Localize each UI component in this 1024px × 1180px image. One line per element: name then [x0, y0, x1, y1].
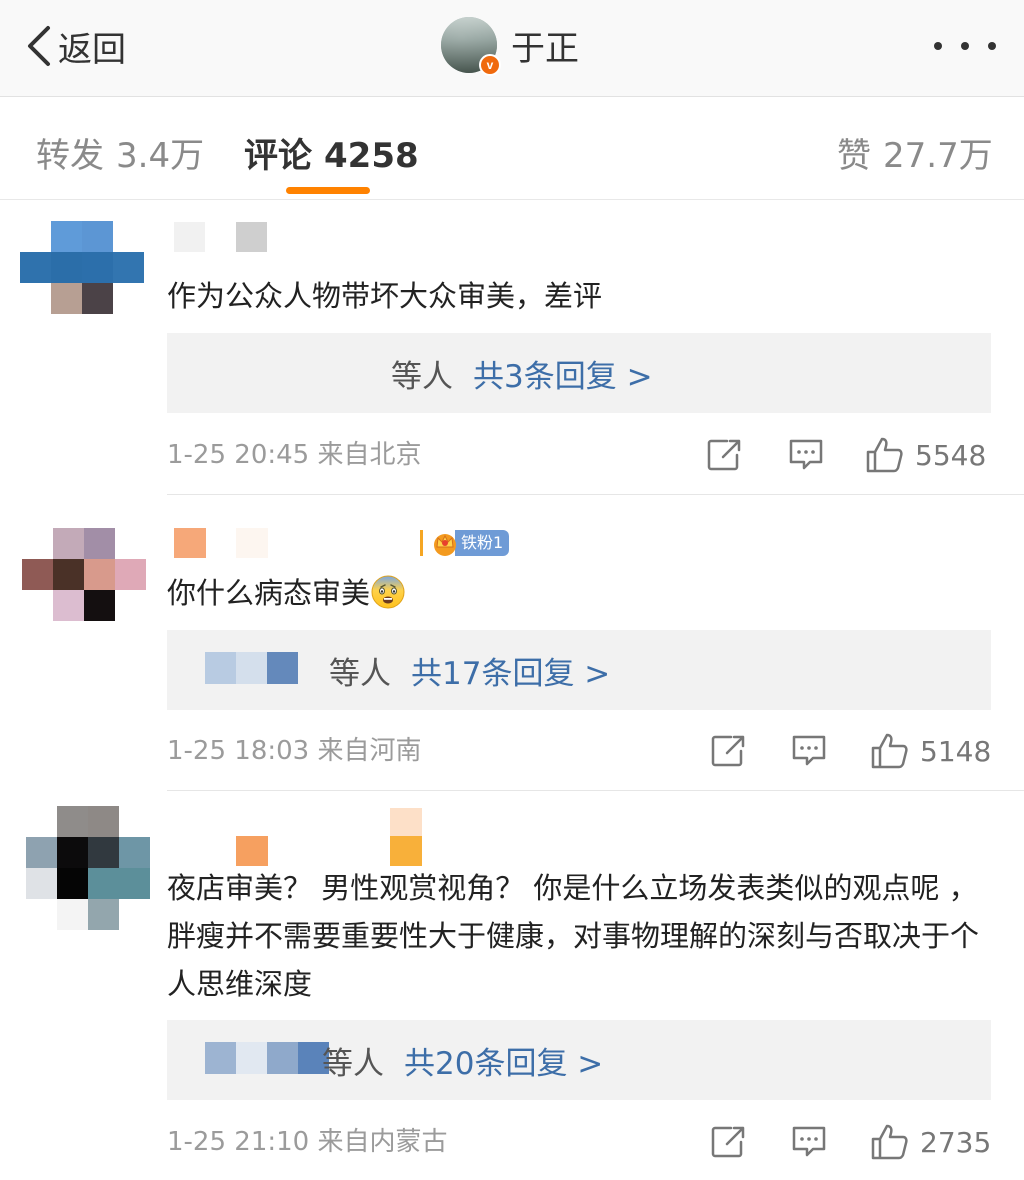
fan-badge[interactable]: 铁粉1 — [420, 528, 510, 558]
comment-time-location: 1-25 20:45 来自北京 — [167, 435, 421, 475]
comment-location: 来自北京 — [317, 440, 422, 470]
tab-like-label: 赞 — [837, 136, 871, 176]
share-icon[interactable] — [705, 437, 745, 473]
comment-text: 你什么病态审美 — [167, 569, 997, 617]
commenter-avatar[interactable] — [26, 806, 150, 930]
like-count: 2735 — [920, 1125, 992, 1159]
comment-time-location: 1-25 18:03 来自河南 — [167, 731, 421, 771]
verified-badge: v — [479, 54, 501, 76]
tab-comment-count: 4258 — [324, 136, 419, 176]
thumbs-up-icon — [871, 1124, 908, 1160]
like-count: 5148 — [920, 734, 992, 768]
comment-time: 1-25 18:03 — [167, 736, 310, 766]
crown-icon — [434, 534, 456, 556]
comment-time: 1-25 21:10 — [167, 1127, 310, 1157]
tab-repost[interactable]: 转发 3.4万 — [36, 128, 204, 177]
comment-time-location: 1-25 21:10 来自内蒙古 — [167, 1122, 447, 1162]
like-button[interactable]: 5548 — [865, 435, 986, 475]
commenter-avatar[interactable] — [22, 528, 146, 621]
fan-badge-label: 铁粉1 — [455, 530, 510, 556]
comment-meta: 1-25 20:45 来自北京 5548 — [167, 435, 991, 475]
like-count: 5548 — [915, 438, 987, 472]
reply-preview[interactable]: 等人 共3条回复 > — [167, 333, 991, 413]
comment-location: 来自河南 — [317, 736, 422, 766]
reply-who: 等人 — [329, 655, 391, 692]
thumbs-up-icon — [871, 733, 908, 769]
fearful-face-emoji — [371, 575, 405, 609]
tab-like[interactable]: 赞 27.7万 — [837, 128, 993, 177]
reply-count-link[interactable]: 共3条回复 > — [473, 351, 653, 396]
reply-who: 等人 — [391, 358, 453, 395]
top-nav-bar: 返回 v 于正 — [0, 0, 1024, 97]
back-label: 返回 — [58, 29, 126, 70]
back-button[interactable]: 返回 — [24, 22, 126, 70]
reply-who: 等人 — [322, 1045, 384, 1082]
comment-icon[interactable] — [786, 437, 826, 473]
share-icon[interactable] — [709, 733, 749, 769]
tab-comment-label: 评论 — [244, 136, 312, 176]
like-button[interactable]: 2735 — [870, 1122, 991, 1162]
author-name[interactable]: 于正 — [511, 21, 579, 70]
comment-text: 夜店审美？ 男性观赏视角？ 你是什么立场发表类似的观点呢 ，胖瘦并不需要重要性大… — [167, 871, 980, 1001]
author-avatar[interactable]: v — [441, 17, 501, 76]
comment-location: 来自内蒙古 — [317, 1127, 448, 1157]
divider — [167, 494, 1024, 495]
comment-meta: 1-25 18:03 来自河南 5148 — [167, 731, 991, 771]
more-icon[interactable] — [934, 36, 996, 56]
divider — [167, 790, 1024, 791]
tab-like-count: 27.7万 — [883, 136, 993, 176]
reply-preview[interactable]: 等人 共20条回复 > — [167, 1020, 991, 1100]
commenter-avatar[interactable] — [20, 221, 144, 314]
post-tabs: 转发 3.4万 评论 4258 赞 27.7万 — [0, 98, 1024, 200]
reply-count-link[interactable]: 共20条回复 > — [404, 1038, 603, 1083]
comment-text-body: 你什么病态审美 — [167, 576, 371, 610]
thumbs-up-icon — [866, 437, 903, 473]
reply-count-link[interactable]: 共17条回复 > — [411, 648, 610, 693]
tab-repost-label: 转发 — [36, 136, 104, 176]
active-tab-indicator — [286, 187, 370, 194]
reply-preview[interactable]: 等人 共17条回复 > — [167, 630, 991, 710]
comment-text: 作为公众人物带坏大众审美，差评 — [167, 279, 603, 313]
comment-icon[interactable] — [789, 733, 829, 769]
comment-icon[interactable] — [789, 1124, 829, 1160]
comment-time: 1-25 20:45 — [167, 440, 310, 470]
chevron-left-icon — [28, 26, 50, 66]
share-icon[interactable] — [709, 1124, 749, 1160]
tab-repost-count: 3.4万 — [116, 136, 205, 176]
like-button[interactable]: 5148 — [870, 731, 991, 771]
comment-meta: 1-25 21:10 来自内蒙古 2735 — [167, 1122, 991, 1162]
tab-comment[interactable]: 评论 4258 — [244, 128, 419, 177]
author-header[interactable]: v 于正 — [441, 15, 579, 76]
